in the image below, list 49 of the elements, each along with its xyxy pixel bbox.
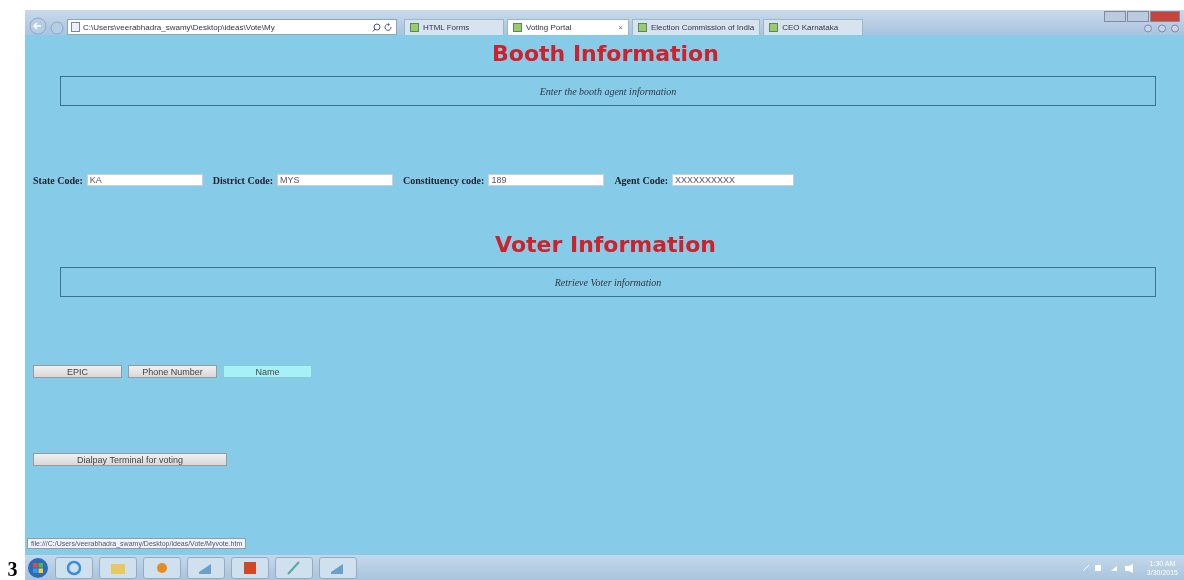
taskbar-button[interactable] [319,556,357,579]
taskbar-button[interactable] [275,556,313,579]
toolbar-icons-drawing[interactable] [1144,24,1180,33]
field-label: Agent Code: [614,174,668,186]
page-number: 3 [7,558,18,580]
maximize-button[interactable] [1127,11,1149,22]
input-field[interactable]: MYS [277,174,393,186]
search-option-button[interactable]: EPIC [33,365,122,378]
minimize-button[interactable] [1104,11,1126,22]
info-banner: Enter the booth agent information [60,76,1156,106]
page-icon [71,22,80,32]
address-bar[interactable]: C:\Users\veerabhadra_swamy\Desktop\ideas\Vote\My [67,19,397,35]
field-label: Constituency code: [403,174,485,186]
input-field[interactable]: XXXXXXXXXX [672,174,794,186]
tab-title: Election Commission of India [651,23,755,32]
input-field[interactable]: 189 [488,174,605,186]
taskbar-button[interactable] [231,556,269,579]
tab-title: CEO Karnataka [782,23,839,32]
start-icon[interactable] [27,556,49,579]
browser-tab[interactable]: HTML Forms [404,19,504,35]
close-button[interactable] [1150,11,1180,22]
section-heading: Booth Information [492,41,719,66]
field-label: District Code: [212,174,273,186]
browser-tab[interactable]: Voting Portal × [507,19,629,35]
page-icon [638,23,647,32]
section-heading: Voter Information [495,232,716,257]
page-icon [410,23,419,32]
taskbar-button[interactable] [99,556,137,579]
browser-icon [65,559,83,576]
browser-tab[interactable]: CEO Karnataka [763,19,864,35]
taskbar-button[interactable] [187,556,225,579]
search-option-button[interactable]: Phone Number [128,365,217,378]
back-icon[interactable] [29,17,47,35]
field-label: State Code: [33,174,83,186]
search-icon[interactable] [372,22,381,32]
search-option-button[interactable]: Name [223,365,312,378]
info-banner: Retrieve Voter information [60,267,1156,297]
refresh-icon[interactable] [384,22,393,32]
taskbar-button[interactable] [55,556,93,579]
browser-tab[interactable]: Election Commission of India [632,19,761,35]
tab-title: Voting Portal [526,23,572,32]
tab-title: HTML Forms [423,23,470,32]
page-icon [769,23,779,32]
presentation-icon [241,559,259,576]
display-terminal-button[interactable]: Dialpay Terminal for voting [33,453,227,466]
input-field[interactable]: KA [86,174,203,186]
page-icon [513,23,522,32]
close-tab-button[interactable]: × [618,23,623,32]
taskbar-button[interactable] [143,556,181,579]
